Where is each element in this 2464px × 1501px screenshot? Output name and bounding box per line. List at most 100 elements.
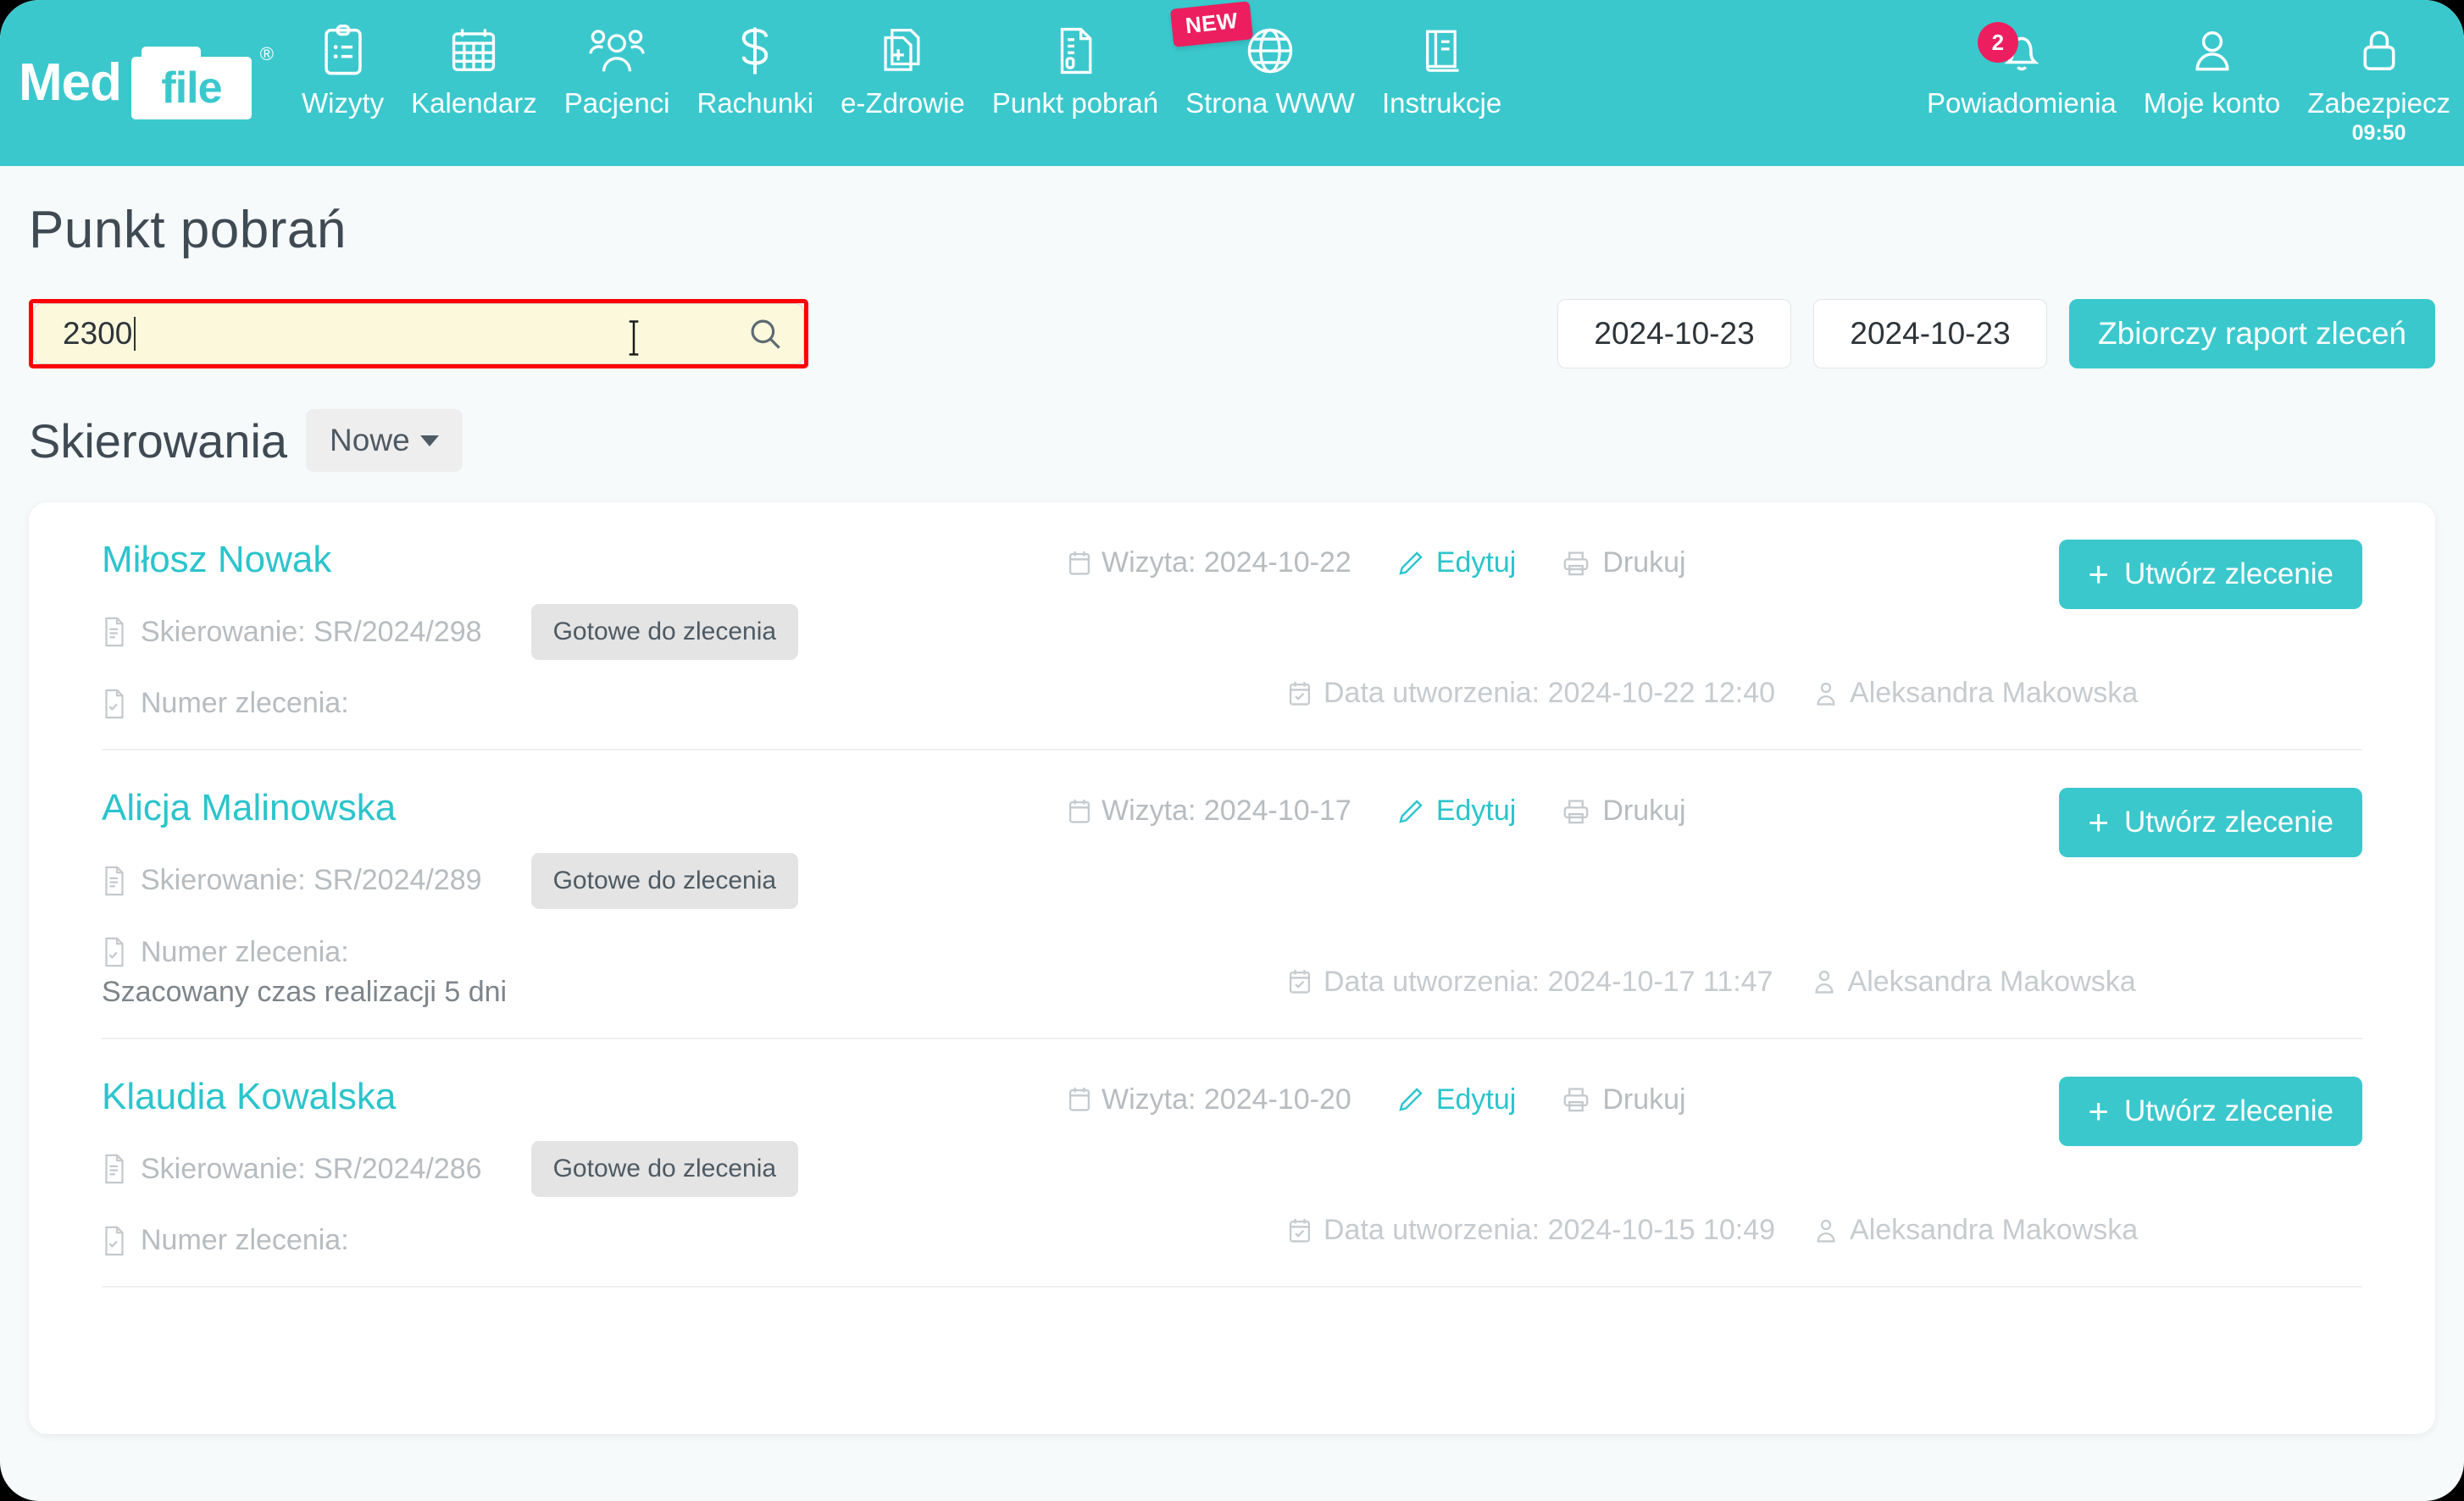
logo-text-file: file bbox=[161, 64, 222, 113]
row-right-column: + Utwórz zlecenie bbox=[2034, 1076, 2362, 1146]
calendar-small-icon bbox=[1068, 798, 1091, 825]
file-icon bbox=[102, 1153, 127, 1185]
visit-date: Wizyta: 2024-10-22 bbox=[1068, 546, 1351, 579]
nav-item-e-zdrowie[interactable]: e-Zdrowie bbox=[827, 19, 979, 146]
table-row: Alicja Malinowska Skierowanie: SR/2024/2… bbox=[102, 750, 2362, 1039]
lock-icon bbox=[2358, 19, 2400, 83]
page-title: Punkt pobrań bbox=[29, 201, 347, 259]
referral-number: Skierowanie: SR/2024/289 bbox=[141, 864, 482, 897]
visit-date-text: Wizyta: 2024-10-22 bbox=[1102, 546, 1351, 579]
date-range-controls: 2024-10-23 2024-10-23 Zbiorczy raport zl… bbox=[1557, 299, 2435, 368]
printer-icon bbox=[1562, 1086, 1590, 1113]
notification-count-badge: 2 bbox=[1977, 22, 2018, 63]
print-button[interactable]: Drukuj bbox=[1562, 546, 1686, 579]
table-row: Miłosz Nowak Skierowanie: SR/2024/298 Go… bbox=[102, 502, 2362, 751]
date-to-field[interactable]: 2024-10-23 bbox=[1813, 299, 2048, 368]
calendar-check-icon bbox=[1288, 968, 1312, 995]
nav-item-powiadomienia[interactable]: 2 Powiadomienia bbox=[1913, 19, 2130, 146]
visit-date-text: Wizyta: 2024-10-20 bbox=[1102, 1083, 1351, 1116]
patient-name-link[interactable]: Alicja Malinowska bbox=[102, 787, 1068, 828]
medical-file-plus-icon bbox=[879, 19, 926, 83]
nav-label: Kalendarz bbox=[411, 87, 537, 119]
calendar-check-icon bbox=[1288, 1217, 1312, 1244]
nav-label: Moje konto bbox=[2143, 87, 2281, 119]
estimated-time-note: Szacowany czas realizacji 5 dni bbox=[102, 975, 508, 1008]
referral-line: Skierowanie: SR/2024/298 Gotowe do zlece… bbox=[102, 604, 1068, 661]
search-highlight: 2300 bbox=[29, 299, 808, 368]
visit-date: Wizyta: 2024-10-20 bbox=[1068, 1083, 1351, 1116]
nav-items: Wizyty Kalendarz Pacjenci Rachunki e-Zdr… bbox=[288, 0, 2464, 166]
nav-label: e-Zdrowie bbox=[841, 87, 965, 119]
row-footer: Data utworzenia: 2024-10-17 11:47 Aleksa… bbox=[1288, 966, 2136, 999]
controls-row: 2300 2024-10-23 2024-10-23 Zbiorczy rapo… bbox=[29, 299, 2435, 368]
search-input-value: 2300 bbox=[63, 316, 133, 351]
nav-item-moje-konto[interactable]: Moje konto bbox=[2130, 19, 2294, 146]
create-order-button[interactable]: + Utwórz zlecenie bbox=[2059, 788, 2362, 858]
date-from-field[interactable]: 2024-10-23 bbox=[1557, 299, 1792, 368]
create-order-button[interactable]: + Utwórz zlecenie bbox=[2059, 540, 2362, 609]
brand-logo[interactable]: Med file ® bbox=[0, 0, 288, 166]
row-left-column: Alicja Malinowska Skierowanie: SR/2024/2… bbox=[102, 787, 1068, 1008]
edit-button[interactable]: Edytuj bbox=[1397, 546, 1516, 579]
edit-label: Edytuj bbox=[1435, 795, 1517, 828]
nav-item-zabezpiecz[interactable]: Zabezpiecz 09:50 bbox=[2294, 19, 2464, 146]
folder-icon: file bbox=[131, 47, 252, 119]
users-icon bbox=[589, 19, 645, 83]
clipboard-list-icon bbox=[320, 19, 366, 83]
author: Aleksandra Makowska bbox=[1814, 1214, 2138, 1247]
created-date: Data utworzenia: 2024-10-15 10:49 bbox=[1288, 1214, 1775, 1247]
search-icon[interactable] bbox=[747, 316, 783, 352]
printer-icon bbox=[1562, 550, 1590, 577]
order-number: Numer zlecenia: bbox=[141, 687, 349, 720]
logo-text-med: Med bbox=[19, 53, 122, 112]
calendar-small-icon bbox=[1068, 550, 1091, 577]
nav-item-wizyty[interactable]: Wizyty bbox=[288, 19, 397, 146]
new-badge: NEW bbox=[1170, 1, 1254, 47]
patient-name-link[interactable]: Klaudia Kowalska bbox=[102, 1076, 1068, 1117]
nav-item-pacjenci[interactable]: Pacjenci bbox=[551, 19, 684, 146]
row-footer: Data utworzenia: 2024-10-15 10:49 Aleksa… bbox=[1288, 1214, 2138, 1247]
file-icon bbox=[102, 616, 127, 648]
author-name: Aleksandra Makowska bbox=[1850, 677, 2139, 710]
print-button[interactable]: Drukuj bbox=[1562, 1083, 1686, 1116]
row-left-column: Klaudia Kowalska Skierowanie: SR/2024/28… bbox=[102, 1076, 1068, 1257]
referral-number: Skierowanie: SR/2024/298 bbox=[141, 615, 482, 648]
edit-button[interactable]: Edytuj bbox=[1397, 795, 1517, 828]
person-icon bbox=[1812, 968, 1836, 995]
user-icon bbox=[2190, 19, 2234, 83]
filter-dropdown-button[interactable]: Nowe bbox=[306, 409, 463, 472]
nav-label: Instrukcje bbox=[1381, 87, 1502, 119]
file-icon bbox=[102, 865, 127, 897]
section-header: Skierowania Nowe bbox=[29, 409, 2435, 472]
nav-label: Pacjenci bbox=[563, 87, 670, 119]
nav-label: Zabezpiecz bbox=[2307, 87, 2450, 119]
table-row: Klaudia Kowalska Skierowanie: SR/2024/28… bbox=[102, 1039, 2362, 1288]
nav-item-strona-www[interactable]: NEW Strona WWW bbox=[1170, 1, 1368, 146]
dollar-icon bbox=[736, 19, 774, 83]
plus-icon: + bbox=[2088, 802, 2109, 843]
order-number: Numer zlecenia: bbox=[141, 1224, 349, 1257]
nav-item-kalendarz[interactable]: Kalendarz bbox=[397, 19, 551, 146]
author: Aleksandra Makowska bbox=[1814, 677, 2138, 710]
plus-icon: + bbox=[2088, 1090, 2109, 1131]
print-label: Drukuj bbox=[1602, 1083, 1686, 1116]
nav-item-rachunki[interactable]: Rachunki bbox=[684, 19, 828, 146]
print-button[interactable]: Drukuj bbox=[1562, 795, 1686, 828]
edit-label: Edytuj bbox=[1435, 1083, 1517, 1116]
patient-name-link[interactable]: Miłosz Nowak bbox=[102, 539, 1068, 580]
created-date: Data utworzenia: 2024-10-17 11:47 bbox=[1288, 966, 1773, 999]
referral-line: Skierowanie: SR/2024/289 Gotowe do zlece… bbox=[102, 852, 1068, 909]
summary-report-button[interactable]: Zbiorczy raport zleceń bbox=[2069, 299, 2435, 368]
row-left-column: Miłosz Nowak Skierowanie: SR/2024/298 Go… bbox=[102, 539, 1068, 720]
create-order-button[interactable]: + Utwórz zlecenie bbox=[2059, 1076, 2362, 1146]
app-window: Med file ® Wizyty Kalendarz Pacjenci Rac… bbox=[0, 0, 2464, 1501]
nav-item-instrukcje[interactable]: Instrukcje bbox=[1368, 19, 1515, 146]
mouse-text-cursor bbox=[626, 318, 641, 357]
text-caret bbox=[134, 317, 136, 351]
order-number: Numer zlecenia: bbox=[141, 935, 349, 968]
nav-item-punkt-pobran[interactable]: Punkt pobrań bbox=[979, 19, 1172, 146]
edit-button[interactable]: Edytuj bbox=[1397, 1083, 1517, 1116]
calendar-small-icon bbox=[1068, 1086, 1091, 1113]
search-input[interactable]: 2300 bbox=[33, 303, 804, 364]
top-navigation-bar: Med file ® Wizyty Kalendarz Pacjenci Rac… bbox=[0, 0, 2464, 166]
